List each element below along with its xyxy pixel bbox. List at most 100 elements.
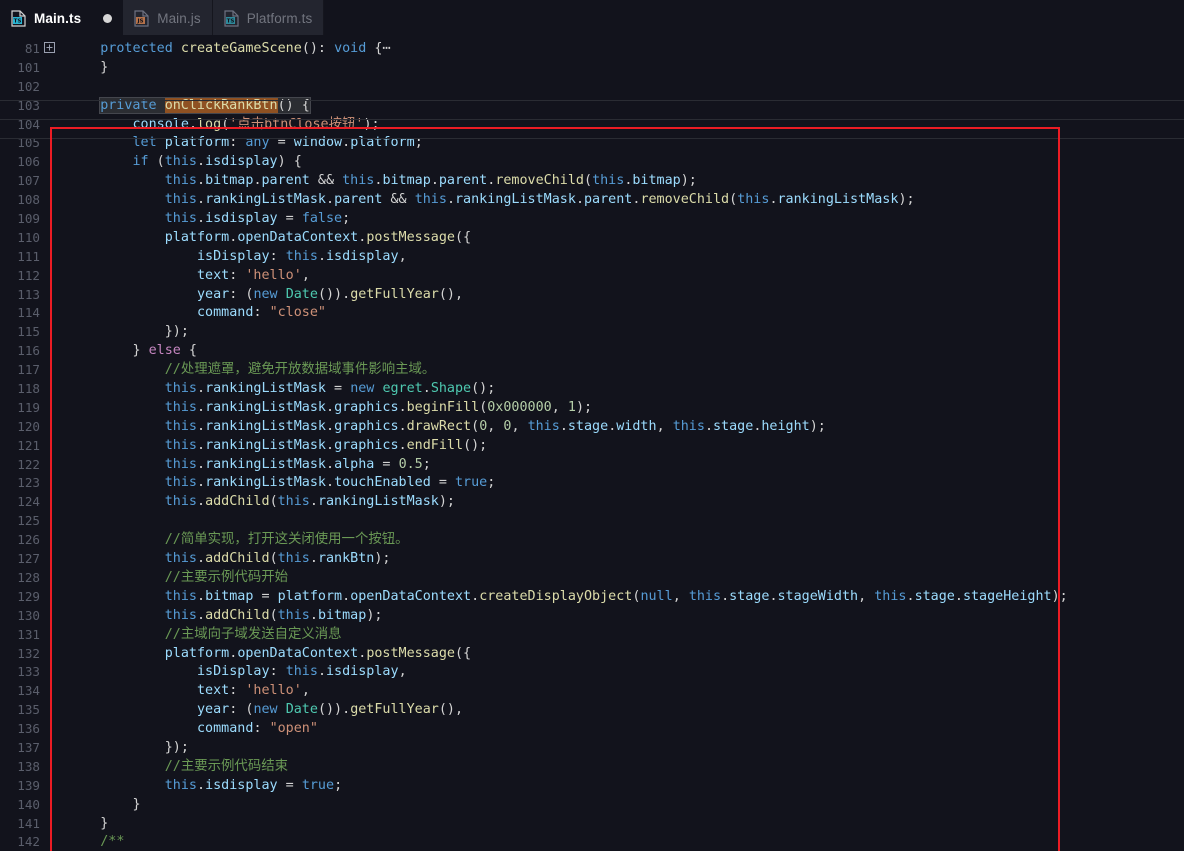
code-editor[interactable]: 81 protected createGameScene(): void {⋯1… <box>0 36 1184 851</box>
code-line[interactable]: 135 year: (new Date()).getFullYear(), <box>0 701 1184 720</box>
svg-text:TS: TS <box>226 18 234 24</box>
code-line[interactable]: 101 } <box>0 59 1184 78</box>
line-number: 107 <box>0 172 40 191</box>
code-line[interactable]: 107 this.bitmap.parent && this.bitmap.pa… <box>0 172 1184 191</box>
code-text: this.rankingListMask.alpha = 0.5; <box>58 456 1184 475</box>
fold-gutter-empty <box>40 663 58 682</box>
code-text: year: (new Date()).getFullYear(), <box>58 286 1184 305</box>
line-number: 136 <box>0 720 40 739</box>
code-line[interactable]: 125 <box>0 512 1184 531</box>
fold-gutter-empty <box>40 267 58 286</box>
code-line[interactable]: 115 }); <box>0 323 1184 342</box>
code-text <box>58 78 1184 97</box>
line-number: 132 <box>0 645 40 664</box>
line-number: 121 <box>0 437 40 456</box>
fold-gutter-empty <box>40 153 58 172</box>
tab-main-ts[interactable]: TS Main.ts <box>0 0 123 36</box>
code-text: //主要示例代码开始 <box>58 569 1184 588</box>
line-number: 113 <box>0 286 40 305</box>
code-line[interactable]: 108 this.rankingListMask.parent && this.… <box>0 191 1184 210</box>
tab-platform-ts[interactable]: TS Platform.ts <box>213 0 325 36</box>
code-lines-container[interactable]: 81 protected createGameScene(): void {⋯1… <box>0 36 1184 851</box>
code-text: this.rankingListMask.graphics.endFill(); <box>58 437 1184 456</box>
line-number: 119 <box>0 399 40 418</box>
code-line[interactable]: 122 this.rankingListMask.alpha = 0.5; <box>0 456 1184 475</box>
code-text: }); <box>58 739 1184 758</box>
code-line[interactable]: 121 this.rankingListMask.graphics.endFil… <box>0 437 1184 456</box>
code-line[interactable]: 119 this.rankingListMask.graphics.beginF… <box>0 399 1184 418</box>
unsaved-changes-dot[interactable] <box>103 14 112 23</box>
code-line[interactable]: 127 this.addChild(this.rankBtn); <box>0 550 1184 569</box>
code-line[interactable]: 140 } <box>0 796 1184 815</box>
line-number: 109 <box>0 210 40 229</box>
fold-gutter-empty <box>40 682 58 701</box>
fold-gutter-empty <box>40 701 58 720</box>
code-line[interactable]: 117 //处理遮罩，避免开放数据域事件影响主域。 <box>0 361 1184 380</box>
code-line[interactable]: 102 <box>0 78 1184 97</box>
code-line[interactable]: 130 this.addChild(this.bitmap); <box>0 607 1184 626</box>
line-number: 126 <box>0 531 40 550</box>
fold-gutter-empty <box>40 229 58 248</box>
code-text: //处理遮罩，避免开放数据域事件影响主域。 <box>58 361 1184 380</box>
line-number: 114 <box>0 304 40 323</box>
line-number: 106 <box>0 153 40 172</box>
code-line[interactable]: 136 command: "open" <box>0 720 1184 739</box>
code-line[interactable]: 106 if (this.isdisplay) { <box>0 153 1184 172</box>
code-line[interactable]: 132 platform.openDataContext.postMessage… <box>0 645 1184 664</box>
fold-gutter-empty <box>40 78 58 97</box>
code-text: this.isdisplay = false; <box>58 210 1184 229</box>
code-line[interactable]: 123 this.rankingListMask.touchEnabled = … <box>0 474 1184 493</box>
code-line[interactable]: 129 this.bitmap = platform.openDataConte… <box>0 588 1184 607</box>
code-line[interactable]: 133 isDisplay: this.isdisplay, <box>0 663 1184 682</box>
code-line[interactable]: 134 text: 'hello', <box>0 682 1184 701</box>
code-line[interactable]: 126 //简单实现，打开这关闭使用一个按钮。 <box>0 531 1184 550</box>
fold-gutter-empty <box>40 456 58 475</box>
code-line[interactable]: 109 this.isdisplay = false; <box>0 210 1184 229</box>
code-text: if (this.isdisplay) { <box>58 153 1184 172</box>
code-text <box>58 512 1184 531</box>
line-number: 127 <box>0 550 40 569</box>
line-number: 122 <box>0 456 40 475</box>
fold-gutter-empty <box>40 418 58 437</box>
fold-gutter-empty <box>40 720 58 739</box>
line-number: 101 <box>0 59 40 78</box>
fold-expand-icon[interactable] <box>40 40 58 59</box>
code-line[interactable]: 124 this.addChild(this.rankingListMask); <box>0 493 1184 512</box>
code-line[interactable]: 137 }); <box>0 739 1184 758</box>
code-line[interactable]: 142 /** <box>0 833 1184 851</box>
code-line[interactable]: 141 } <box>0 815 1184 834</box>
code-text: //主域向子域发送自定义消息 <box>58 626 1184 645</box>
code-line[interactable]: 138 //主要示例代码结束 <box>0 758 1184 777</box>
fold-gutter-empty <box>40 191 58 210</box>
code-line[interactable]: 139 this.isdisplay = true; <box>0 777 1184 796</box>
line-number: 108 <box>0 191 40 210</box>
code-line[interactable]: 128 //主要示例代码开始 <box>0 569 1184 588</box>
tab-main-js[interactable]: JS Main.js <box>123 0 212 36</box>
code-line[interactable]: 113 year: (new Date()).getFullYear(), <box>0 286 1184 305</box>
tab-label: Platform.ts <box>247 11 313 26</box>
code-line[interactable]: 114 command: "close" <box>0 304 1184 323</box>
code-text: } <box>58 59 1184 78</box>
code-text: platform.openDataContext.postMessage({ <box>58 645 1184 664</box>
typescript-file-icon: TS <box>224 10 239 27</box>
code-line[interactable]: 116 } else { <box>0 342 1184 361</box>
fold-gutter-empty <box>40 626 58 645</box>
line-number: 123 <box>0 474 40 493</box>
code-line[interactable]: 131 //主域向子域发送自定义消息 <box>0 626 1184 645</box>
overview-ruler-mark <box>0 100 1184 101</box>
fold-gutter-empty <box>40 531 58 550</box>
code-line[interactable]: 112 text: 'hello', <box>0 267 1184 286</box>
code-line[interactable]: 111 isDisplay: this.isdisplay, <box>0 248 1184 267</box>
line-number: 129 <box>0 588 40 607</box>
code-line[interactable]: 81 protected createGameScene(): void {⋯ <box>0 40 1184 59</box>
code-text: this.addChild(this.rankingListMask); <box>58 493 1184 512</box>
code-line[interactable]: 110 platform.openDataContext.postMessage… <box>0 229 1184 248</box>
code-line[interactable]: 120 this.rankingListMask.graphics.drawRe… <box>0 418 1184 437</box>
code-line[interactable]: 118 this.rankingListMask = new egret.Sha… <box>0 380 1184 399</box>
code-text: /** <box>58 833 1184 851</box>
code-text: text: 'hello', <box>58 682 1184 701</box>
fold-gutter-empty <box>40 304 58 323</box>
code-text: this.bitmap.parent && this.bitmap.parent… <box>58 172 1184 191</box>
fold-gutter-empty <box>40 323 58 342</box>
fold-gutter-empty <box>40 59 58 78</box>
